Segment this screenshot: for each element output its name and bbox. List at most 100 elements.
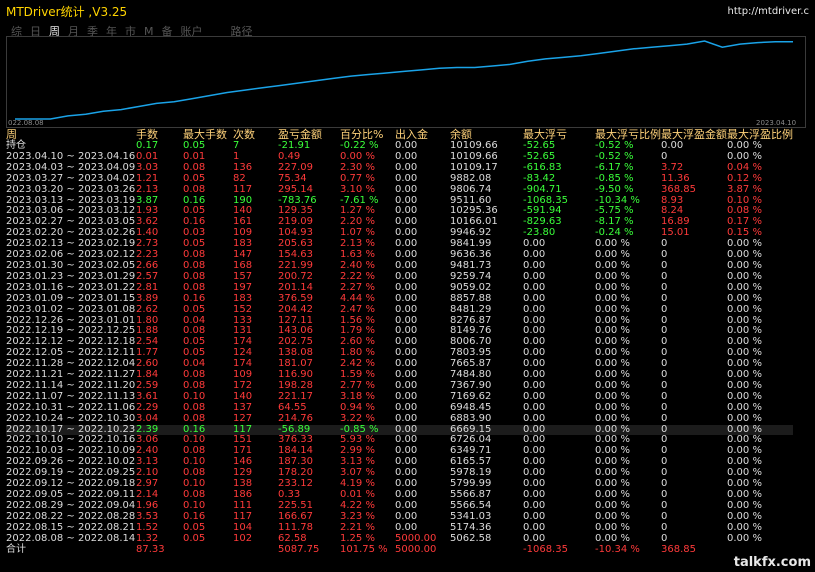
chart-end-date: 2023.04.10 — [756, 119, 797, 127]
cell-10: 0 — [661, 456, 668, 468]
cell-8: -904.71 — [523, 183, 562, 195]
app-title: MTDriver统计 ,V3.25 — [6, 4, 128, 19]
table-row[interactable]: 2022.10.24 ~ 2022.10.30 3.04 0.08 127 214.76… — [6, 412, 793, 425]
cell-9: -9.50 % — [595, 183, 634, 195]
equity-chart — [6, 36, 806, 128]
cell-3 — [233, 545, 278, 556]
cell-0: 2023.03.20 ~ 2023.03.26 — [6, 183, 136, 195]
table-row[interactable]: 2023.03.27 ~ 2023.04.02 1.21 0.05 82 75.34 0.… — [6, 172, 793, 185]
cell-10: 0 — [661, 379, 668, 391]
cell-0: 合计 — [6, 543, 26, 555]
cell-7: 9882.08 — [450, 172, 492, 184]
cell-3: 183 — [233, 292, 253, 304]
cell-10: 0 — [661, 369, 668, 381]
cell-5: 101.75 % — [340, 543, 388, 555]
cell-2: 0.08 — [183, 412, 206, 424]
cell-5: 4.44 % — [340, 292, 375, 304]
cell-6: 0.00 — [395, 412, 418, 424]
cell-2: 0.05 — [183, 532, 206, 544]
title-bar: MTDriver统计 ,V3.25 http://mtdriver.c — [0, 0, 815, 22]
cell-0: 2022.08.15 ~ 2022.08.21 — [6, 521, 136, 533]
cell-9: 0.00 % — [595, 521, 630, 533]
cell-10: 0 — [661, 412, 668, 424]
cell-10: 0 — [661, 303, 668, 315]
cell-7: 5174.36 — [450, 521, 492, 533]
cell-11: 0.00 % — [727, 412, 762, 424]
cell-10: 11.36 — [661, 172, 690, 184]
cell-10: 0 — [661, 510, 668, 522]
cell-2: 0.05 — [183, 172, 206, 184]
table-row[interactable]: 2023.01.02 ~ 2023.01.08 2.62 0.05 152 204.42… — [6, 303, 793, 316]
table-row[interactable]: 2022.08.15 ~ 2022.08.21 1.52 0.05 104 111.78… — [6, 521, 793, 534]
site-url[interactable]: http://mtdriver.c — [728, 6, 809, 17]
cell-8: -83.42 — [523, 172, 556, 184]
cell-0: 2023.03.27 ~ 2023.04.02 — [6, 172, 136, 184]
cell-9: 0.00 % — [595, 303, 630, 315]
cell-1: 2.62 — [136, 303, 159, 315]
cell-2: 0.16 — [183, 292, 206, 304]
cell-10: 0 — [661, 347, 668, 359]
cell-10: 0 — [661, 249, 668, 261]
cell-10: 0 — [661, 281, 668, 293]
cell-10: 0 — [661, 467, 668, 479]
cell-2: 0.08 — [183, 183, 206, 195]
cell-10: 0 — [661, 390, 668, 402]
cell-3: 7 — [233, 140, 240, 151]
cell-10: 0 — [661, 532, 668, 544]
cell-3: 102 — [233, 532, 253, 544]
cell-10: 0 — [661, 336, 668, 348]
cell-5: 3.22 % — [340, 412, 375, 424]
cell-8: 0.00 — [523, 303, 546, 315]
watermark: talkfx.com — [733, 555, 811, 570]
cell-1: 1.32 — [136, 532, 159, 544]
cell-8: 0.00 — [523, 412, 546, 424]
cell-11: 0.00 % — [727, 521, 762, 533]
equity-line — [15, 40, 793, 120]
cell-11: 0.12 % — [727, 172, 762, 184]
cell-3: 82 — [233, 172, 246, 184]
cell-8: 0.00 — [523, 521, 546, 533]
cell-6: 5000.00 — [395, 543, 437, 555]
cell-10: 0 — [661, 521, 668, 533]
cell-7: 9806.74 — [450, 183, 492, 195]
total-row[interactable]: 合计 87.33 5087.75 101.75 % 5000.00 -1068.35 -10… — [6, 543, 793, 556]
cell-10: 0 — [661, 445, 668, 457]
cell-3: 104 — [233, 521, 253, 533]
cell-7: 6883.90 — [450, 412, 492, 424]
cell-7: 8481.29 — [450, 303, 492, 315]
cell-9: 0.00 % — [595, 532, 630, 544]
cell-7: 8857.88 — [450, 292, 492, 304]
cell-4: 5087.75 — [278, 543, 320, 555]
cell-10: 0 — [661, 358, 668, 370]
cell-11: 0.00 % — [727, 532, 762, 544]
cell-1: 87.33 — [136, 543, 165, 555]
cell-8: 0.00 — [523, 532, 546, 544]
cell-1: 3.04 — [136, 412, 159, 424]
table-row[interactable]: 2023.01.09 ~ 2023.01.15 3.89 0.16 183 376.59… — [6, 292, 793, 305]
cell-10: 0 — [661, 259, 668, 271]
cell-11: 0.00 % — [727, 303, 762, 315]
cell-5: 3.10 % — [340, 183, 375, 195]
cell-5: 1.25 % — [340, 532, 375, 544]
cell-8: 0.00 — [523, 292, 546, 304]
cell-10: 0 — [661, 238, 668, 250]
cell-6: 0.00 — [395, 303, 418, 315]
cell-3: 127 — [233, 412, 253, 424]
cell-10: 0 — [661, 401, 668, 413]
equity-chart-svg — [15, 40, 793, 120]
weekly-stats-table: 周手数 最大手数 次数 盈亏金额 百分比% 出入金 余额 最大浮亏 最大浮亏比例 最大浮盈金额 最大… — [6, 128, 793, 556]
cell-1: 1.52 — [136, 521, 159, 533]
cell-0: 2022.10.24 ~ 2022.10.30 — [6, 412, 136, 424]
cell-4: 75.34 — [278, 172, 307, 184]
cell-5: 0.77 % — [340, 172, 375, 184]
cell-9: 0.00 % — [595, 292, 630, 304]
cell-3: 次数 — [233, 128, 255, 141]
table-row[interactable]: 2023.03.20 ~ 2023.03.26 2.13 0.08 117 295.14… — [6, 183, 793, 196]
cell-10: 0 — [661, 489, 668, 500]
cell-4: 376.59 — [278, 292, 313, 304]
cell-10: 15.01 — [661, 227, 690, 239]
cell-10: 0 — [661, 270, 668, 282]
table-row[interactable]: 2022.08.08 ~ 2022.08.14 1.32 0.05 102 62.58 1… — [6, 532, 793, 545]
cell-2 — [183, 545, 233, 556]
cell-10: 0 — [661, 424, 727, 436]
